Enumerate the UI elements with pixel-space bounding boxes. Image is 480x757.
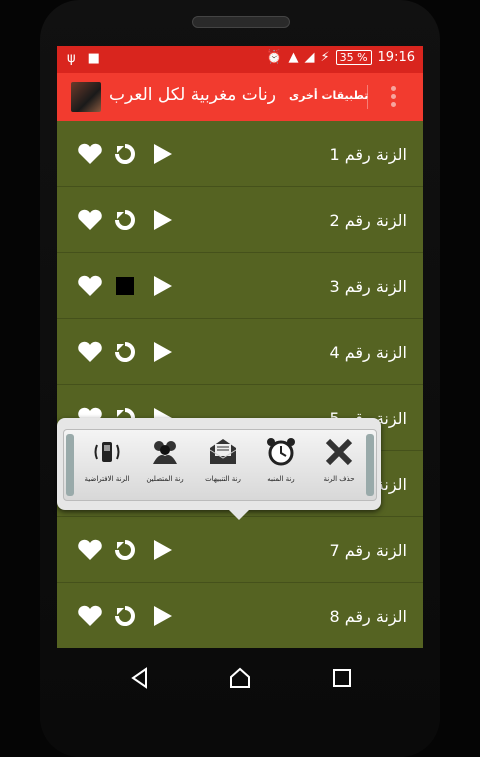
list-item[interactable]: الزنة رقم 4 [57, 319, 423, 385]
signal-icon: ◢ [304, 50, 315, 65]
quick-action-label: الرنة الافتراضية [84, 475, 130, 483]
popup-pointer [229, 510, 249, 520]
quick-action-label: رنة التنبيهات [205, 475, 241, 483]
speaker-grille [192, 16, 290, 28]
alarm-clock-icon [267, 438, 295, 466]
ringtone-label: الزنة رقم 1 [329, 145, 407, 164]
stop-icon[interactable] [113, 274, 137, 298]
ringtone-label: الزنة رقم 2 [329, 211, 407, 230]
contacts-icon [153, 441, 177, 464]
clock: 19:16 [377, 50, 415, 65]
replay-icon[interactable] [113, 604, 137, 628]
quick-action-label: حذف الرنة [323, 475, 355, 483]
replay-icon[interactable] [113, 340, 137, 364]
status-bar: ψ ■ ⏰ ▲ ◢ ⚡ 35 % 19:16 [57, 46, 423, 73]
envelope-icon [209, 439, 237, 464]
screen: ψ ■ ⏰ ▲ ◢ ⚡ 35 % 19:16 رنات مغربية لكل ا… [57, 46, 423, 648]
usb-icon: ψ [67, 51, 76, 66]
quick-action-bar: الرنة الافتراضية رنة المتصلين رنة التنبي… [63, 429, 377, 501]
favorite-heart-icon[interactable] [77, 539, 103, 561]
replay-icon[interactable] [113, 142, 137, 166]
overflow-menu-icon[interactable] [389, 83, 397, 110]
play-icon[interactable] [151, 341, 173, 363]
ringing-phone-icon [94, 442, 120, 462]
set-contact-ringtone-button[interactable]: رنة المتصلين [136, 436, 194, 494]
close-icon [325, 438, 353, 466]
set-default-ringtone-button[interactable]: الرنة الافتراضية [78, 436, 136, 494]
alarm-icon: ⏰ [266, 50, 283, 65]
battery-indicator: 35 % [335, 50, 372, 65]
app-title: رنات مغربية لكل العرب [109, 85, 276, 105]
play-icon[interactable] [151, 275, 173, 297]
replay-icon[interactable] [113, 208, 137, 232]
quick-action-label: رنة المنبه [267, 475, 295, 483]
wifi-icon: ▲ [288, 50, 299, 65]
list-item[interactable]: الزنة رقم 1 [57, 121, 423, 187]
phone-frame: ψ ■ ⏰ ▲ ◢ ⚡ 35 % 19:16 رنات مغربية لكل ا… [0, 0, 480, 757]
back-icon[interactable] [128, 666, 152, 690]
favorite-heart-icon[interactable] [77, 209, 103, 231]
favorite-heart-icon[interactable] [77, 143, 103, 165]
ringtone-label: الزنة رقم 3 [329, 277, 407, 296]
favorite-heart-icon[interactable] [77, 341, 103, 363]
app-logo [71, 82, 101, 112]
play-icon[interactable] [151, 539, 173, 561]
favorite-heart-icon[interactable] [77, 275, 103, 297]
app-bar: رنات مغربية لكل العرب تطبيقات أخرى [57, 73, 423, 121]
list-item[interactable]: الزنة رقم 2 [57, 187, 423, 253]
play-icon[interactable] [151, 605, 173, 627]
ringtone-list: الزنة رقم 1 الزنة رقم 2 الزنة رقم 3 الزنة ر… [57, 121, 423, 648]
app-bar-divider [367, 85, 368, 109]
ringtone-label: الزنة رقم 4 [329, 343, 407, 362]
replay-icon[interactable] [113, 538, 137, 562]
android-debug-icon: ■ [87, 51, 100, 66]
other-apps-button[interactable]: تطبيقات أخرى [289, 89, 368, 102]
set-alarm-sound-button[interactable]: رنة المنبه [252, 436, 310, 494]
favorite-heart-icon[interactable] [77, 605, 103, 627]
list-item[interactable]: الزنة رقم 8 [57, 583, 423, 648]
navigation-bar [0, 648, 480, 708]
ringtone-label: الزنة رقم 8 [329, 607, 407, 626]
list-item[interactable]: الزنة رقم 3 [57, 253, 423, 319]
play-icon[interactable] [151, 209, 173, 231]
quick-action-popup: الرنة الافتراضية رنة المتصلين رنة التنبي… [57, 418, 381, 520]
delete-ringtone-button[interactable]: حذف الرنة [310, 436, 368, 494]
recents-icon[interactable] [330, 666, 354, 690]
quick-action-label: رنة المتصلين [146, 475, 184, 483]
left-grip [66, 434, 74, 496]
charging-icon: ⚡ [320, 50, 330, 65]
home-icon[interactable] [228, 666, 252, 690]
ringtone-label: الزنة رقم 7 [329, 541, 407, 560]
set-notification-sound-button[interactable]: رنة التنبيهات [194, 436, 252, 494]
play-icon[interactable] [151, 143, 173, 165]
list-item[interactable]: الزنة رقم 7 [57, 517, 423, 583]
